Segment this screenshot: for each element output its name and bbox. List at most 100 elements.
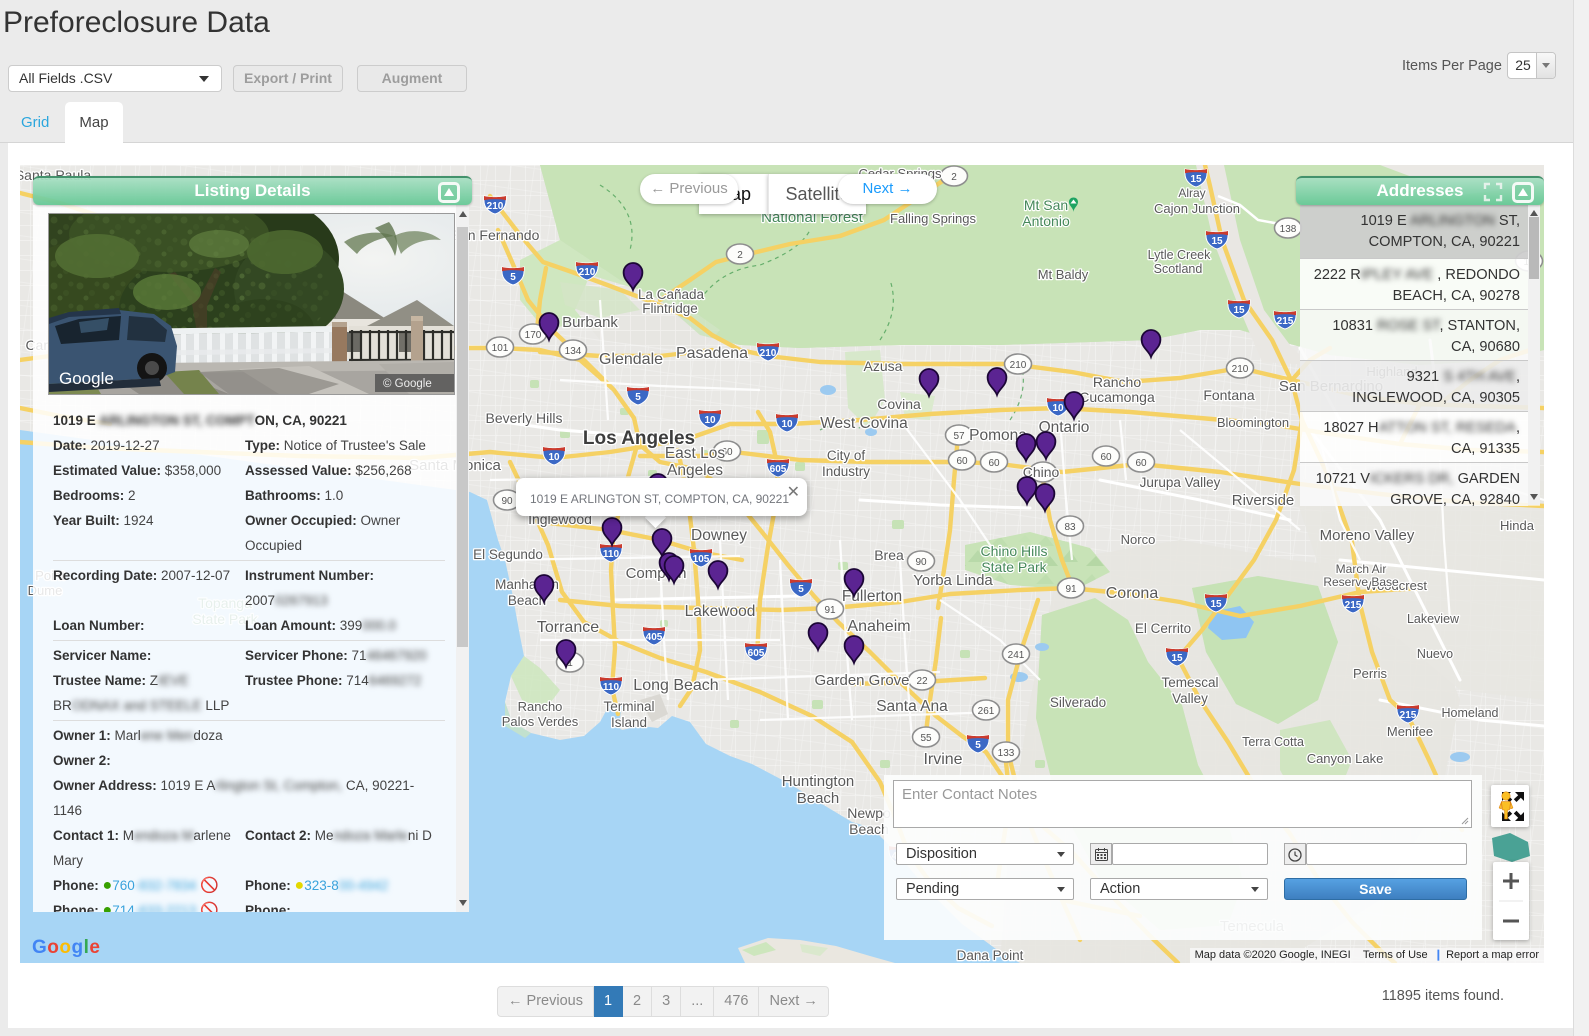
svg-text:Downey: Downey <box>691 527 747 544</box>
svg-text:La Cañada: La Cañada <box>638 287 705 302</box>
svg-text:15: 15 <box>1233 305 1245 316</box>
svg-text:133: 133 <box>998 748 1015 759</box>
svg-text:Bloomington: Bloomington <box>1217 415 1289 430</box>
svg-text:© Google: © Google <box>383 378 432 390</box>
svg-text:Riverside: Riverside <box>1232 492 1295 509</box>
svg-text:Flintridge: Flintridge <box>642 301 698 316</box>
svg-text:Reserve Base: Reserve Base <box>1323 575 1399 589</box>
svg-text:215: 215 <box>1277 316 1294 327</box>
svg-text:Homeland: Homeland <box>1442 706 1499 720</box>
svg-text:210: 210 <box>579 267 596 278</box>
svg-text:2: 2 <box>951 172 957 183</box>
svg-text:Azusa: Azusa <box>864 358 903 374</box>
svg-text:5: 5 <box>798 584 804 595</box>
svg-text:5: 5 <box>975 740 981 751</box>
svg-text:210: 210 <box>1010 360 1027 371</box>
svg-text:Falling Springs: Falling Springs <box>890 211 976 226</box>
svg-text:Rancho: Rancho <box>1093 374 1141 390</box>
svg-text:215: 215 <box>1345 600 1362 611</box>
svg-text:Chino Hills: Chino Hills <box>981 543 1048 559</box>
svg-text:Terra Cotta: Terra Cotta <box>1242 735 1304 749</box>
svg-text:60: 60 <box>1135 458 1147 469</box>
svg-text:15: 15 <box>1171 653 1183 664</box>
svg-text:Santa Ana: Santa Ana <box>876 698 948 715</box>
svg-text:110: 110 <box>603 549 620 560</box>
svg-text:15: 15 <box>1211 236 1223 247</box>
svg-text:Silverado: Silverado <box>1050 695 1106 710</box>
svg-text:Google: Google <box>59 369 114 388</box>
svg-text:10: 10 <box>781 419 793 430</box>
svg-text:Nuevo: Nuevo <box>1417 647 1453 661</box>
svg-text:83: 83 <box>1064 522 1076 533</box>
svg-text:22: 22 <box>916 676 928 687</box>
svg-text:10: 10 <box>1052 403 1064 414</box>
svg-text:Moreno Valley: Moreno Valley <box>1320 527 1415 544</box>
svg-text:Long Beach: Long Beach <box>633 677 718 694</box>
svg-text:Beach: Beach <box>849 821 889 837</box>
svg-text:15: 15 <box>1210 599 1222 610</box>
svg-text:210: 210 <box>487 201 504 212</box>
svg-text:Scotland: Scotland <box>1154 262 1203 276</box>
svg-text:170: 170 <box>525 330 542 341</box>
svg-text:Corona: Corona <box>1106 585 1159 602</box>
svg-text:West Covina: West Covina <box>820 415 908 432</box>
svg-text:Cajon Junction: Cajon Junction <box>1154 201 1240 216</box>
svg-text:Canyon Lake: Canyon Lake <box>1307 751 1384 766</box>
svg-text:605: 605 <box>748 648 765 659</box>
svg-text:91: 91 <box>1065 584 1077 595</box>
svg-text:Menifee: Menifee <box>1387 724 1433 739</box>
svg-text:215: 215 <box>1400 710 1417 721</box>
svg-text:City of: City of <box>827 448 866 463</box>
svg-text:405: 405 <box>646 632 663 643</box>
svg-text:60: 60 <box>988 458 1000 469</box>
svg-text:Beverly Hills: Beverly Hills <box>485 410 562 426</box>
svg-text:Glendale: Glendale <box>599 351 663 368</box>
svg-text:East Los: East Los <box>665 445 726 462</box>
svg-text:Island: Island <box>611 715 647 730</box>
svg-text:2: 2 <box>737 250 743 261</box>
svg-text:Industry: Industry <box>822 464 870 479</box>
svg-text:Torrance: Torrance <box>537 619 599 636</box>
svg-text:Burbank: Burbank <box>562 314 618 331</box>
svg-text:134: 134 <box>565 346 582 357</box>
svg-text:55: 55 <box>920 733 932 744</box>
svg-text:Brea: Brea <box>874 547 904 563</box>
svg-text:Lakeview: Lakeview <box>1407 612 1460 626</box>
svg-text:Angeles: Angeles <box>667 462 723 479</box>
svg-text:Garden Grove: Garden Grove <box>814 672 909 689</box>
svg-text:Huntington: Huntington <box>782 773 855 790</box>
svg-text:90: 90 <box>915 557 927 568</box>
svg-text:El Cerrito: El Cerrito <box>1135 621 1191 636</box>
svg-text:Jurupa Valley: Jurupa Valley <box>1140 475 1221 490</box>
svg-text:10: 10 <box>704 415 716 426</box>
svg-text:Irvine: Irvine <box>923 751 962 768</box>
svg-text:105: 105 <box>693 554 710 565</box>
svg-text:March Air: March Air <box>1336 562 1387 576</box>
svg-text:Fontana: Fontana <box>1203 387 1255 403</box>
svg-text:Hinda: Hinda <box>1500 518 1535 533</box>
svg-text:60: 60 <box>956 456 968 467</box>
svg-text:Beach: Beach <box>797 790 840 807</box>
svg-text:Alray: Alray <box>1178 186 1205 200</box>
svg-text:5: 5 <box>635 392 641 403</box>
svg-text:210: 210 <box>760 348 777 359</box>
svg-text:Rancho: Rancho <box>518 699 563 714</box>
svg-text:91: 91 <box>824 605 836 616</box>
svg-text:210: 210 <box>1232 364 1249 375</box>
svg-text:Perris: Perris <box>1353 666 1387 681</box>
svg-text:10: 10 <box>548 452 560 463</box>
svg-text:Norco: Norco <box>1121 532 1156 547</box>
svg-text:State Park: State Park <box>981 559 1047 575</box>
svg-text:Antonio: Antonio <box>1022 213 1070 229</box>
svg-text:Pasadena: Pasadena <box>676 345 748 362</box>
svg-text:El Segundo: El Segundo <box>473 547 543 562</box>
svg-text:Dana Point: Dana Point <box>957 948 1024 963</box>
svg-text:605: 605 <box>770 464 787 475</box>
svg-text:Lakewood: Lakewood <box>685 603 756 620</box>
svg-text:Mt San: Mt San <box>1024 197 1068 213</box>
svg-text:Anaheim: Anaheim <box>847 618 910 635</box>
svg-text:110: 110 <box>603 682 620 693</box>
svg-text:Covina: Covina <box>877 396 921 412</box>
svg-text:60: 60 <box>1100 452 1112 463</box>
svg-text:Palos Verdes: Palos Verdes <box>502 714 579 729</box>
